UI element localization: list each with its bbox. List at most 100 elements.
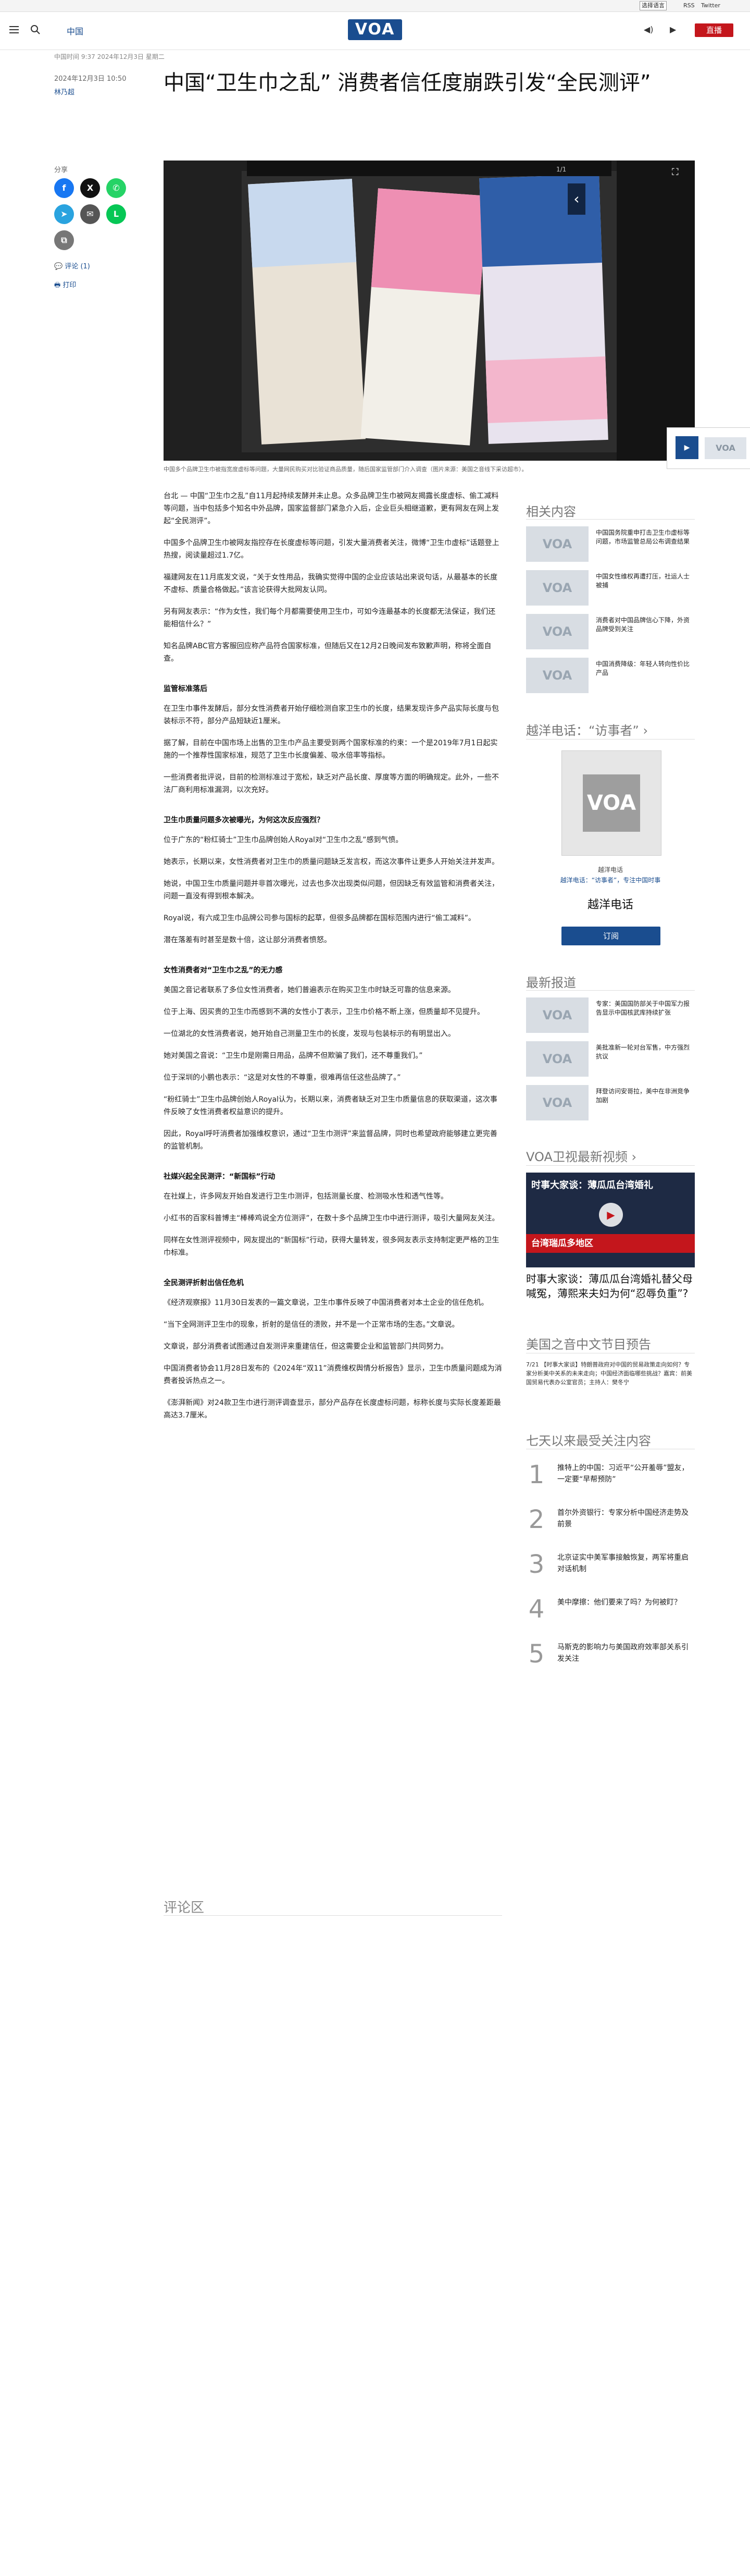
comment-link[interactable]: 💬 评论 (1) [54,261,90,270]
play-icon[interactable]: ▶ [599,1203,623,1227]
related-thumbnail[interactable]: VOA [526,570,589,606]
news-link[interactable]: 专家：美国国防部关于中国军力报告显示中国核武库持续扩张 [596,1000,695,1017]
body-paragraph: 潜在落差有时甚至是数十倍，这让部分消费者愤怒。 [164,936,331,944]
live-button[interactable]: 直播 [695,23,733,37]
divider [164,1915,502,1916]
related-link[interactable]: 中国消费降级：年轻人转向性价比产品 [596,660,695,677]
facebook-share-icon[interactable]: f [54,178,74,198]
rank-link[interactable]: 美中摩擦：他们要来了吗？为何被盯？ [557,1597,695,1608]
comments-heading: 评论区 [164,1900,205,1916]
news-link[interactable]: 拜登访问安哥拉，美中在非洲竞争加剧 [596,1087,695,1105]
related-thumbnail[interactable]: VOA [526,614,589,649]
image-caption: 中国多个品牌卫生巾被指宽度虚标等问题，大量网民购买对比验证商品质量，随后国家监管… [164,466,528,473]
body-paragraph: 美国之音记者联系了多位女性消费者，她们普遍表示在购买卫生巾时缺乏可靠的信息来源。 [164,986,455,994]
podcast-label: 越洋电话 [597,866,623,873]
site-header: 中国 VOA ◀) ▶ 直播 [0,12,750,50]
video-overlay-bar: 台湾瑞瓜多地区 [526,1234,695,1253]
rank-number: 1 [528,1460,545,1489]
body-paragraph: 《经济观察报》11月30日发表的一篇文章说，卫生巾事件反映了中国消费者对本土企业… [164,1299,489,1307]
menu-icon[interactable] [9,26,19,33]
article-body: 台北 — 中国“卫生巾之乱”自11月起持续发酵并未止息。众多品牌卫生巾被网友揭露… [164,490,502,1431]
related-link[interactable]: 消费者对中国品牌信心下降，外资品牌受到关注 [596,616,695,634]
copy-link-icon[interactable]: ⧉ [54,230,74,250]
subscribe-button[interactable]: 订阅 [561,927,660,945]
section-heading: 女性消费者对“卫生巾之乱”的无力感 [164,966,283,975]
body-paragraph: 因此，Royal呼吁消费者加强维权意识，通过“卫生巾测评”来监督品牌，同时也希望… [164,1130,497,1151]
related-thumbnail[interactable]: VOA [526,526,589,562]
body-paragraph: 知名品牌ABC官方客服回应称产品符合国家标准，但随后又在12月2日晚间发布致歉声… [164,642,492,663]
program-preview-title: 美国之音中文节目预告 [526,1337,651,1352]
rank-number: 4 [528,1595,545,1624]
news-thumbnail[interactable]: VOA [526,1041,589,1077]
ranking-title: 七天以来最受关注内容 [526,1434,651,1448]
video-thumbnail[interactable]: 时事大家谈：薄瓜瓜台湾婚礼 ▶ 台湾瑞瓜多地区 [526,1173,695,1267]
video-section-title[interactable]: VOA卫视最新视频 › [526,1147,636,1165]
body-paragraph: 她表示，长期以来，女性消费者对卫生巾的质量问题缺乏发言权，而这次事件让更多人开始… [164,858,499,866]
news-link[interactable]: 美批准新一轮对台军售，中方强烈抗议 [596,1043,695,1061]
body-paragraph: 她对美国之音说：“卫生巾是刚需日用品，品牌不但欺骗了我们，还不尊重我们。” [164,1052,423,1060]
body-paragraph: 《澎湃新闻》对24款卫生巾进行测评调查显示，部分产品存在长度虚标问题，标称长度与… [164,1399,501,1420]
author-link[interactable]: 林乃超 [54,87,74,96]
voa-logo: VOA [583,774,640,832]
section-heading: 卫生巾质量问题多次被曝光，为何这次反应强烈？ [164,816,324,824]
body-paragraph: 一些消费者批评说，目前的检测标准过于宽松，缺乏对产品长度、厚度等方面的明确规定。… [164,773,499,794]
gallery-prev-button[interactable]: ‹ [568,183,585,215]
telegram-share-icon[interactable]: ➤ [54,204,74,224]
body-paragraph: 在社媒上，许多网友开始自发进行卫生巾测评，包括测量长度、检测吸水性和透气性等。 [164,1192,448,1201]
body-paragraph: 中国多个品牌卫生巾被网友指控存在长度虚标等问题，引发大量消费者关注，微博“卫生巾… [164,539,499,560]
latest-news-title: 最新报道 [526,976,576,990]
related-link[interactable]: 中国女性维权再遭打压，社运人士被捕 [596,572,695,590]
body-paragraph: “粉红骑士”卫生巾品牌创始人Royal认为，长期以来，消费者缺乏对卫生巾质量信息… [164,1095,497,1116]
voa-logo[interactable]: VOA [348,19,402,40]
related-thumbnail[interactable]: VOA [526,658,589,693]
article-title: 中国“卫生巾之乱” 消费者信任度崩跌引发“全民测评” [164,71,651,95]
podcast-cover[interactable]: VOA [561,750,661,856]
rank-link[interactable]: 马斯克的影响力与美国政府效率部关系引发关注 [557,1642,695,1665]
body-paragraph: 另有网友表示：“作为女性，我们每个月都需要使用卫生巾，可如今连最基本的长度都无法… [164,608,496,628]
expand-icon[interactable]: ⛶ [672,167,684,179]
breadcrumb: 中国时间 9:37 2024年12月3日 星期二 [54,53,165,60]
body-paragraph: 位于广东的“粉红骑士”卫生巾品牌创始人Royal对“卫生巾之乱”感到气愤。 [164,836,403,844]
hero-image[interactable] [164,161,695,461]
twitter-link[interactable]: Twitter [701,2,720,9]
rank-link[interactable]: 推特上的中国：习近平“公开羞辱”盟友，一定要“早帮预防” [557,1462,695,1485]
whatsapp-share-icon[interactable]: ✆ [106,178,126,198]
body-paragraph: 在卫生巾事件发酵后，部分女性消费者开始仔细检测自家卫生巾的长度，结果发现许多产品… [164,705,499,725]
language-select[interactable]: 选择语言 [640,1,667,10]
rank-number: 5 [528,1640,545,1669]
section-heading: 社媒兴起全民测评：“新国标”行动 [164,1173,276,1181]
news-thumbnail[interactable]: VOA [526,1085,589,1120]
gallery-counter: 1/1 [556,166,567,173]
email-share-icon[interactable]: ✉ [80,204,100,224]
print-link[interactable]: 🖶 打印 [54,279,76,292]
rank-link[interactable]: 北京证实中美军事接触恢复，两军将重启对话机制 [557,1552,695,1575]
podcast-name: 越洋电话 [587,898,633,911]
call-show-title-text: 越洋电话：“访事者” [526,723,639,738]
rank-link[interactable]: 首尔外资银行：专家分析中国经济走势及前景 [557,1507,695,1530]
video-title[interactable]: 时事大家谈：薄瓜瓜台湾婚礼替父母喊冤，薄熙来夫妇为何“忍辱负重”? [526,1272,695,1301]
news-thumbnail[interactable]: VOA [526,997,589,1033]
search-icon[interactable] [30,24,41,35]
video-icon[interactable]: ▶ [670,24,676,34]
body-paragraph: 文章说，部分消费者试图通过自发测评来重建信任，但这需要企业和监管部门共同努力。 [164,1342,448,1351]
rss-link[interactable]: RSS [683,2,695,9]
line-share-icon[interactable]: L [106,204,126,224]
call-show-title[interactable]: 越洋电话：“访事者” › [526,720,648,738]
body-paragraph: “当下全网测评卫生巾的现象，折射的是信任的溃败，并不是一个正常市场的生态。”文章… [164,1321,459,1329]
video-section-title-text: VOA卫视最新视频 [526,1150,628,1164]
body-paragraph: 位于上海、因买贵的卫生巾而感到不满的女性小丁表示，卫生巾价格不断上涨，但质量却不… [164,1008,484,1016]
floating-player-badge[interactable]: ▶ VOA [667,427,750,469]
related-link[interactable]: 中国国务院重申打击卫生巾虚标等问题，市场监管总局公布调查结果 [596,528,695,546]
body-paragraph: 据了解，目前在中国市场上出售的卫生巾产品主要受到两个国家标准的约束：一个是201… [164,739,498,760]
program-preview-text[interactable]: 7/21 【时事大家谈】特朗普政府对中国的贸易政策走向如何？专家分析美中关系的未… [526,1360,695,1387]
share-label: 分享 [54,166,68,174]
body-paragraph: 位于深圳的小鹏也表示：“这是对女性的不尊重，很难再信任这些品牌了。” [164,1074,401,1082]
podcast-subtitle[interactable]: 越洋电话：“访事者”，专注中国时事 [526,876,695,884]
body-paragraph: 她说，中国卫生巾质量问题并非首次曝光，过去也多次出现类似问题，但因缺乏有效监管和… [164,880,499,901]
section-link[interactable]: 中国 [67,24,83,37]
divider [526,519,695,520]
rank-number: 3 [528,1550,545,1579]
x-share-icon[interactable]: X [80,178,100,198]
video-overlay-title: 时事大家谈：薄瓜瓜台湾婚礼 [531,1180,653,1191]
audio-icon[interactable]: ◀) [644,24,654,34]
